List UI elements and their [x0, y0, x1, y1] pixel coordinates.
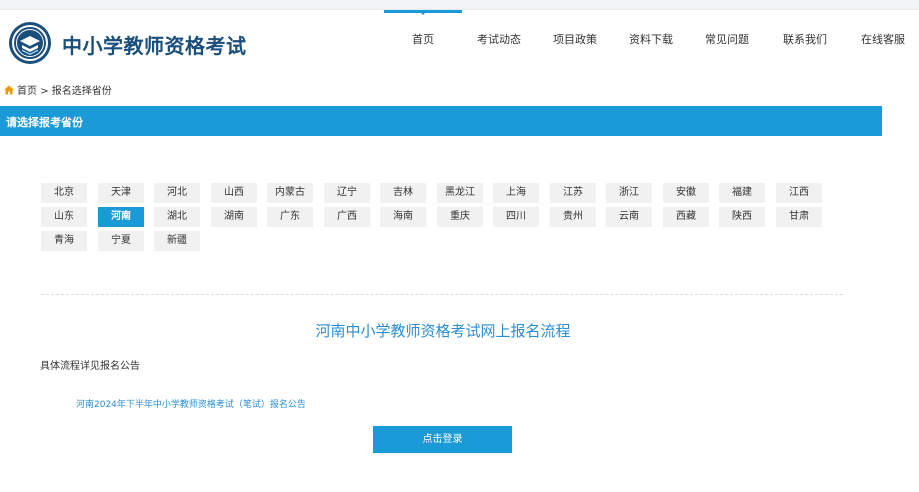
flow-title: 河南中小学教师资格考试网上报名流程 [315, 322, 571, 340]
breadcrumb-separator: > [40, 86, 49, 97]
nav-online-service[interactable]: 在线客服 [852, 10, 914, 70]
province-button[interactable]: 安徽 [663, 183, 709, 203]
province-button[interactable]: 河南 [98, 207, 144, 227]
province-button[interactable]: 内蒙古 [267, 183, 313, 203]
province-button[interactable]: 云南 [606, 207, 652, 227]
province-button[interactable]: 江苏 [550, 183, 596, 203]
breadcrumb-home[interactable]: 首页 [17, 86, 37, 97]
divider [41, 294, 843, 295]
province-button[interactable]: 吉林 [380, 183, 426, 203]
province-button[interactable]: 湖北 [154, 207, 200, 227]
province-button[interactable]: 宁夏 [98, 231, 144, 251]
nav-exam-news[interactable]: 考试动态 [468, 10, 530, 70]
logo-icon [8, 21, 52, 65]
province-button[interactable]: 福建 [719, 183, 765, 203]
section-header-bar: 请选择报考省份 [0, 106, 882, 136]
login-button[interactable]: 点击登录 [373, 426, 512, 453]
province-button[interactable]: 河北 [154, 183, 200, 203]
province-button[interactable]: 山东 [41, 207, 87, 227]
nav-home[interactable]: 首页 [384, 10, 462, 70]
province-button[interactable]: 西藏 [663, 207, 709, 227]
top-strip [0, 0, 919, 10]
province-button[interactable]: 陕西 [719, 207, 765, 227]
site-header: 中小学教师资格考试 首页 考试动态 项目政策 资料下载 常见问题 联系我们 在线… [0, 10, 919, 70]
province-button[interactable]: 浙江 [606, 183, 652, 203]
site-title: 中小学教师资格考试 [62, 34, 247, 58]
province-button[interactable]: 辽宁 [324, 183, 370, 203]
home-icon [4, 85, 14, 98]
nav-downloads[interactable]: 资料下载 [620, 10, 682, 70]
province-button[interactable]: 山西 [211, 183, 257, 203]
nav-contact[interactable]: 联系我们 [774, 10, 836, 70]
province-button[interactable]: 青海 [41, 231, 87, 251]
province-button[interactable]: 新疆 [154, 231, 200, 251]
province-button[interactable]: 江西 [776, 183, 822, 203]
breadcrumb-current: 报名选择省份 [51, 86, 112, 97]
province-button[interactable]: 黑龙江 [437, 183, 483, 203]
province-button[interactable]: 贵州 [550, 207, 596, 227]
nav-policy[interactable]: 项目政策 [544, 10, 606, 70]
province-button[interactable]: 甘肃 [776, 207, 822, 227]
province-button[interactable]: 四川 [493, 207, 539, 227]
detail-label: 具体流程详见报名公告 [40, 361, 140, 372]
section-title: 请选择报考省份 [6, 116, 83, 129]
province-button[interactable]: 广西 [324, 207, 370, 227]
province-button[interactable]: 北京 [41, 183, 87, 203]
province-button[interactable]: 天津 [98, 183, 144, 203]
province-button[interactable]: 湖南 [211, 207, 257, 227]
notice-link[interactable]: 河南2024年下半年中小学教师资格考试（笔试）报名公告 [76, 397, 306, 410]
province-button[interactable]: 重庆 [437, 207, 483, 227]
province-button[interactable]: 广东 [267, 207, 313, 227]
nav-faq[interactable]: 常见问题 [696, 10, 758, 70]
breadcrumb: 首页 > 报名选择省份 [4, 82, 112, 98]
province-button[interactable]: 海南 [380, 207, 426, 227]
province-button[interactable]: 上海 [493, 183, 539, 203]
